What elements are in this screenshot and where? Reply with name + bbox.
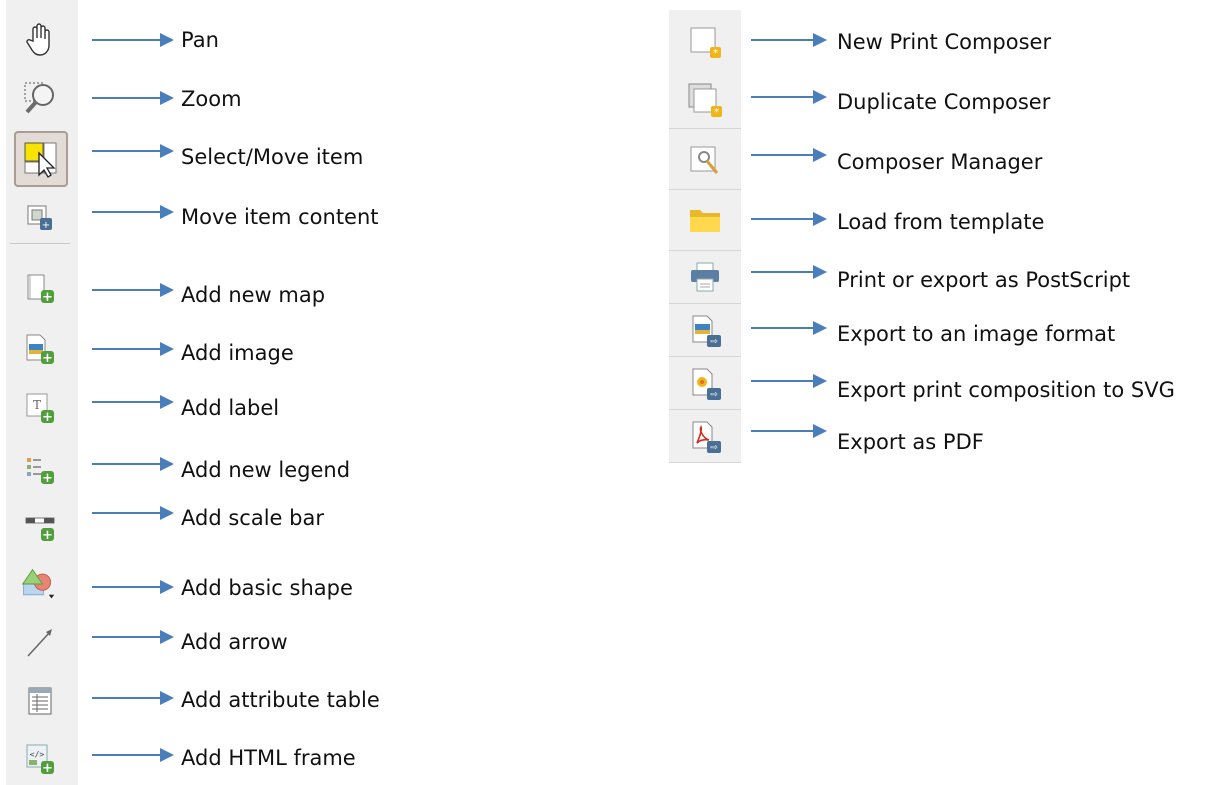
hand-icon (26, 23, 50, 56)
pointer-arrow (92, 580, 174, 594)
new-composer-icon: * (690, 27, 721, 59)
duplicate-composer-button[interactable]: * (669, 70, 741, 129)
export-image-button[interactable]: ⇨ (669, 304, 741, 357)
composer-manager-icon (690, 146, 719, 174)
svg-text:⇨: ⇨ (710, 390, 718, 400)
print-postscript-button[interactable] (669, 251, 741, 304)
add-arrow-button[interactable] (22, 625, 58, 661)
pointer-arrow (92, 33, 174, 47)
pointer-arrow (751, 321, 827, 335)
add-legend-icon: + (27, 458, 54, 486)
add-shape-button[interactable] (20, 566, 56, 602)
select-move-label: Select/Move item (181, 145, 364, 169)
zoom-label: Zoom (181, 87, 242, 111)
pan-label: Pan (181, 28, 219, 52)
pointer-arrow (92, 283, 174, 297)
add-image-button[interactable]: + (22, 331, 58, 367)
print-postscript-label: Print or export as PostScript (837, 268, 1131, 292)
pan-button[interactable] (22, 22, 58, 58)
pointer-arrow (92, 748, 174, 762)
add-label-button[interactable]: T + (22, 390, 58, 426)
pointer-arrow (751, 212, 827, 226)
add-map-icon: + (27, 274, 54, 305)
new-composer-button[interactable]: * (669, 10, 741, 71)
move-content-button[interactable]: + (22, 200, 58, 236)
add-legend-label: Add new legend (181, 458, 351, 482)
add-label-icon: T + (26, 393, 54, 425)
zoom-icon (24, 82, 54, 114)
move-content-icon: + (27, 205, 52, 231)
pointer-arrow (92, 144, 174, 158)
duplicate-composer-label: Duplicate Composer (837, 90, 1051, 114)
pointer-arrow (751, 265, 827, 279)
composer-manager-button[interactable] (669, 129, 741, 190)
move-content-label: Move item content (181, 205, 379, 229)
add-html-icon: </> + (26, 744, 54, 776)
pointer-arrow (751, 424, 827, 438)
add-html-button[interactable]: </> + (22, 741, 58, 777)
export-svg-icon: ⇨ (692, 368, 721, 400)
zoom-button[interactable] (22, 80, 58, 116)
composer-manager-label: Composer Manager (837, 150, 1043, 174)
svg-text:+: + (42, 471, 53, 486)
export-pdf-label: Export as PDF (837, 430, 984, 454)
add-table-button[interactable] (22, 683, 58, 719)
export-image-label: Export to an image format (837, 322, 1116, 346)
add-scalebar-button[interactable]: + (22, 508, 58, 544)
export-pdf-button[interactable]: ⇨ (669, 410, 741, 463)
toolbar-separator (10, 243, 70, 244)
load-template-button[interactable] (669, 190, 741, 251)
add-image-icon: + (26, 334, 54, 366)
add-map-label: Add new map (181, 283, 326, 307)
pointer-arrow (92, 506, 174, 520)
pointer-arrow (751, 374, 827, 388)
pointer-arrow (751, 33, 827, 47)
export-svg-button[interactable]: ⇨ (669, 357, 741, 410)
add-arrow-label: Add arrow (181, 630, 288, 654)
add-table-label: Add attribute table (181, 688, 380, 712)
pointer-arrow (92, 205, 174, 219)
pointer-arrow (92, 395, 174, 409)
add-legend-button[interactable]: + (22, 451, 58, 487)
select-move-button[interactable] (14, 131, 68, 187)
pointer-arrow (92, 691, 174, 705)
folder-icon (690, 210, 720, 232)
export-image-icon: ⇨ (692, 315, 721, 347)
svg-text:*: * (713, 48, 718, 59)
pointer-arrow (751, 148, 827, 162)
svg-text:T: T (33, 398, 41, 412)
pointer-arrow (92, 342, 174, 356)
svg-text:+: + (42, 220, 50, 231)
printer-icon (691, 262, 719, 292)
add-scalebar-label: Add scale bar (181, 506, 324, 530)
svg-text:+: + (42, 761, 53, 776)
add-html-label: Add HTML frame (181, 746, 356, 770)
new-composer-label: New Print Composer (837, 30, 1052, 54)
svg-text:*: * (714, 107, 719, 118)
svg-text:</>: </> (30, 750, 45, 759)
svg-text:+: + (42, 410, 53, 425)
pointer-arrow (92, 630, 174, 644)
add-scalebar-icon: + (25, 517, 55, 543)
add-arrow-icon (27, 629, 52, 657)
svg-text:+: + (42, 351, 53, 366)
svg-text:+: + (42, 528, 53, 543)
select-move-icon (24, 142, 57, 178)
add-label-label: Add label (181, 396, 280, 420)
svg-text:+: + (42, 290, 53, 305)
duplicate-composer-icon: * (688, 83, 722, 118)
pointer-arrow (92, 91, 174, 105)
add-shape-icon (21, 568, 55, 599)
export-svg-label: Export print composition to SVG (837, 378, 1175, 402)
load-template-label: Load from template (837, 210, 1045, 234)
add-table-icon (28, 687, 52, 715)
pointer-arrow (751, 90, 827, 104)
add-shape-label: Add basic shape (181, 576, 353, 600)
add-image-label: Add image (181, 341, 294, 365)
svg-text:⇨: ⇨ (710, 337, 718, 347)
svg-text:⇨: ⇨ (710, 443, 718, 453)
export-pdf-icon: ⇨ (692, 421, 721, 453)
add-map-button[interactable]: + (22, 270, 58, 306)
pointer-arrow (92, 457, 174, 471)
